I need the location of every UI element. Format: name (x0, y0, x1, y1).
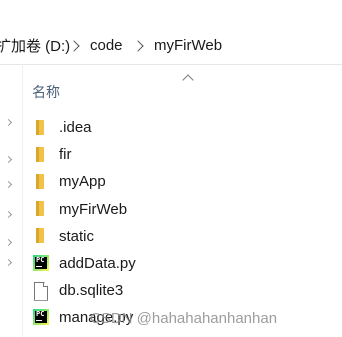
expand-chevron-icon[interactable] (4, 258, 13, 267)
list-item[interactable]: static (22, 223, 342, 250)
list-item[interactable]: myFirWeb (22, 196, 342, 223)
breadcrumb-drive[interactable]: 扩加卷 (D:) (0, 35, 72, 56)
list-item[interactable]: .idea (22, 114, 342, 141)
file-name: db.sqlite3 (59, 282, 124, 300)
folder-icon (33, 227, 49, 245)
expand-chevron-icon[interactable] (4, 238, 13, 247)
folder-icon (33, 146, 49, 164)
chevron-right-icon[interactable] (132, 40, 144, 52)
file-list: .idea fir myApp myFirWeb static PC addDa… (22, 114, 342, 332)
breadcrumb-code[interactable]: code (88, 37, 125, 54)
expand-chevron-icon[interactable] (4, 210, 13, 219)
file-name: addData.py (59, 255, 136, 273)
file-explorer-window: 扩加卷 (D:) code myFirWeb 名称 .idea fir myAp… (0, 0, 342, 337)
file-name: myFirWeb (59, 200, 128, 218)
folder-icon (33, 119, 49, 137)
file-name: fir (59, 146, 72, 164)
pycharm-file-icon: PC (33, 254, 49, 273)
sort-ascending-icon (182, 74, 194, 86)
navigation-pane-edge (0, 64, 23, 337)
file-name: static (59, 227, 95, 245)
document-icon (33, 281, 49, 301)
file-name: .idea (59, 119, 92, 137)
list-item[interactable]: PC addData.py (22, 250, 342, 277)
expand-chevron-icon[interactable] (4, 118, 13, 127)
folder-icon (33, 173, 49, 191)
expand-chevron-icon[interactable] (4, 180, 13, 189)
column-header[interactable]: 名称 (22, 74, 342, 106)
file-name: myApp (59, 173, 106, 191)
folder-icon (33, 200, 49, 218)
list-item[interactable]: fir (22, 141, 342, 168)
address-bar[interactable]: 扩加卷 (D:) code myFirWeb (0, 26, 342, 65)
list-item[interactable]: myApp (22, 168, 342, 195)
pycharm-file-icon: PC (33, 308, 49, 327)
breadcrumb-myfirweb[interactable]: myFirWeb (152, 37, 224, 54)
list-item[interactable]: db.sqlite3 (22, 277, 342, 304)
watermark: CSDN @hahahahanhanhan (90, 310, 278, 327)
expand-chevron-icon[interactable] (4, 155, 13, 164)
column-name-header[interactable]: 名称 (32, 82, 60, 102)
